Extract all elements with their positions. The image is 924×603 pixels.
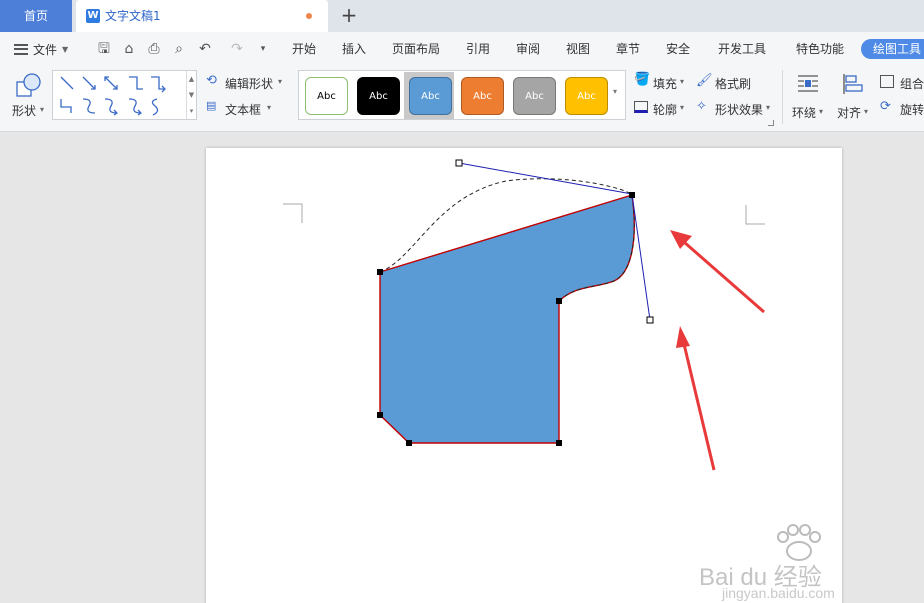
menu-references[interactable]: 引用 xyxy=(466,32,490,66)
menu-insert[interactable]: 插入 xyxy=(342,32,366,66)
group-button[interactable]: 组合 xyxy=(880,73,924,91)
rotate-label: 旋转 xyxy=(900,103,924,117)
group-label: 组合 xyxy=(900,77,924,91)
document-canvas: Bai du 经验 jingyan.baidu.com xyxy=(0,133,924,603)
rotate-button[interactable]: ⟳ 旋转 xyxy=(880,99,924,117)
menu-developer-tools[interactable]: 开发工具 xyxy=(718,32,766,66)
chevron-down-icon: ▾ xyxy=(40,105,45,114)
save-icon[interactable]: 🖫 xyxy=(95,40,113,58)
ribbon-divider xyxy=(782,70,783,124)
line-shape-gallery[interactable]: ▲ ▼ ▾ xyxy=(52,70,197,120)
hamburger-icon xyxy=(14,43,28,55)
wrap-label: 环绕 xyxy=(792,106,817,120)
format-painter-icon: 🖌 xyxy=(696,73,713,88)
undo-icon[interactable]: ↶ xyxy=(196,40,214,58)
rotate-icon: ⟳ xyxy=(880,99,891,114)
chevron-down-icon: ▾ xyxy=(680,103,685,112)
text-wrap-icon xyxy=(798,75,818,92)
menu-special-features[interactable]: 特色功能 xyxy=(796,32,844,66)
vertex-handle[interactable] xyxy=(629,192,635,198)
outline-pen-icon xyxy=(634,101,648,113)
vertex-handle[interactable] xyxy=(556,440,562,446)
margin-corner-marks xyxy=(283,203,765,225)
chevron-down-icon: ▾ xyxy=(278,77,283,86)
gallery-scroll-icon[interactable]: ▲ ▼ ▾ xyxy=(186,71,196,119)
vertex-handle[interactable] xyxy=(377,412,383,418)
menu-section[interactable]: 章节 xyxy=(616,32,640,66)
connector-shapes-icon xyxy=(60,76,166,116)
align-icon xyxy=(843,74,863,94)
shapes-button[interactable]: 形状 ▾ xyxy=(10,70,46,120)
tab-home[interactable]: 首页 xyxy=(0,0,72,32)
align-button[interactable]: 对齐 ▾ xyxy=(837,70,871,122)
wrap-text-button[interactable]: 环绕 ▾ xyxy=(792,70,826,122)
menu-view[interactable]: 视图 xyxy=(566,32,590,66)
textbox-icon: ▤ xyxy=(206,99,217,112)
vertex-handle[interactable] xyxy=(556,298,562,304)
edit-shape-icon: ⟲ xyxy=(206,73,217,88)
menu-security[interactable]: 安全 xyxy=(666,32,690,66)
document-title: 文字文稿1 xyxy=(105,9,161,23)
chevron-down-icon: ▾ xyxy=(267,103,272,112)
vertex-handle[interactable] xyxy=(406,440,412,446)
textbox-label: 文本框 xyxy=(225,103,262,117)
menu-bar: 文件 ▼ 🖫 ⌂ ⎙ ⌕ ↶ ↷ ▾ 开始 插入 页面布局 引用 审阅 视图 章… xyxy=(0,32,924,66)
style-swatch-gray[interactable]: Abc xyxy=(513,77,556,115)
unsaved-indicator-icon xyxy=(306,13,312,19)
bezier-control-line xyxy=(631,193,651,321)
style-swatch-orange[interactable]: Abc xyxy=(461,77,504,115)
group-icon xyxy=(880,75,894,88)
menu-drawing-tools[interactable]: 绘图工具 xyxy=(861,39,924,59)
style-gallery-more-icon[interactable]: ▾ xyxy=(613,87,617,96)
vertex-handle[interactable] xyxy=(377,269,383,275)
shape-effects-label: 形状效果 xyxy=(715,103,764,117)
chevron-down-icon: ▾ xyxy=(864,107,869,116)
style-swatch-black[interactable]: Abc xyxy=(357,77,400,115)
chevron-down-icon: ▾ xyxy=(766,103,771,112)
style-swatch-white[interactable]: Abc xyxy=(305,77,348,115)
writer-doc-icon: W xyxy=(86,9,100,23)
tab-document[interactable]: W 文字文稿1 xyxy=(76,0,328,32)
dialog-launcher-icon[interactable] xyxy=(768,120,774,126)
shape-style-gallery[interactable]: Abc Abc Abc Abc Abc Abc ▾ xyxy=(298,70,626,120)
redo-icon[interactable]: ↷ xyxy=(228,40,246,58)
tab-bar: 首页 W 文字文稿1 + xyxy=(0,0,924,32)
paint-bucket-icon: 🪣 xyxy=(634,72,651,87)
watermark-url: jingyan.baidu.com xyxy=(722,585,835,601)
shape-effects-icon: ✧ xyxy=(696,99,707,114)
watermark: Bai du 经验 jingyan.baidu.com xyxy=(694,523,924,603)
shapes-icon xyxy=(16,73,41,97)
chevron-down-icon: ▼ xyxy=(62,44,69,54)
style-swatch-blue[interactable]: Abc xyxy=(409,77,452,115)
print-preview-icon[interactable]: ⌕ xyxy=(170,40,188,58)
ribbon-toolbar: 形状 ▾ ▲ ▼ ▾ ⟲ 编辑形状 ▾ ▤ 文本框 ▾ Abc Abc Abc … xyxy=(0,66,924,132)
freeform-shape[interactable] xyxy=(379,194,635,444)
edit-shape-label: 编辑形状 xyxy=(225,77,274,91)
file-menu-button[interactable]: 文件 ▼ xyxy=(14,40,68,58)
print-icon[interactable]: ⎙ xyxy=(145,40,163,58)
file-menu-label: 文件 xyxy=(33,42,58,57)
menu-page-layout[interactable]: 页面布局 xyxy=(392,32,440,66)
customize-toolbar-icon[interactable]: ▾ xyxy=(254,40,272,58)
align-label: 对齐 xyxy=(837,106,862,120)
menu-review[interactable]: 审阅 xyxy=(516,32,540,66)
bezier-control-line xyxy=(458,162,633,195)
shapes-label: 形状 xyxy=(12,104,37,118)
style-swatch-gold[interactable]: Abc xyxy=(565,77,608,115)
bezier-control-handle[interactable] xyxy=(646,316,654,324)
annotation-arrow xyxy=(670,230,765,314)
chevron-down-icon: ▾ xyxy=(680,77,685,86)
menu-start[interactable]: 开始 xyxy=(292,32,316,66)
format-painter-label: 格式刷 xyxy=(715,77,752,91)
outline-label: 轮廓 xyxy=(653,103,678,117)
chevron-down-icon: ▾ xyxy=(819,107,824,116)
format-painter-quick-icon[interactable]: ⌂ xyxy=(120,40,138,58)
bezier-control-handle[interactable] xyxy=(455,159,463,167)
new-tab-button[interactable]: + xyxy=(338,4,360,26)
annotation-arrow xyxy=(676,326,716,471)
fill-label: 填充 xyxy=(653,77,678,91)
